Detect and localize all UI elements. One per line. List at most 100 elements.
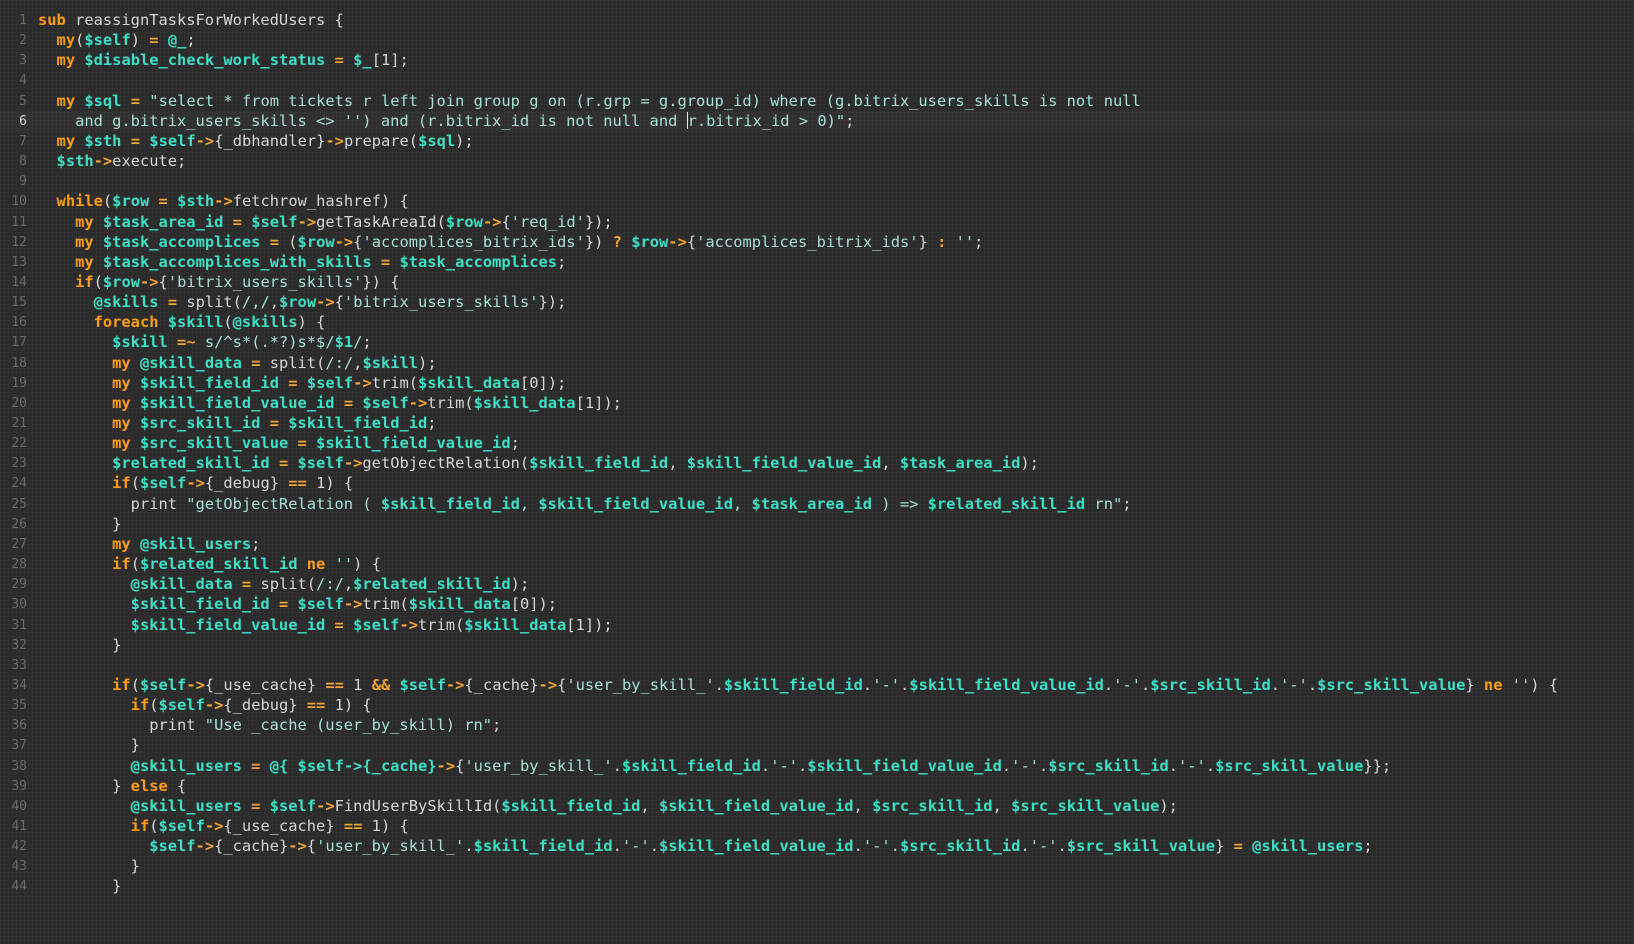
code-text[interactable]: my $task_accomplices_with_skills = $task…	[38, 252, 566, 273]
code-text[interactable]: @skill_users = $self->FindUserBySkillId(…	[38, 796, 1178, 817]
code-text[interactable]: if($self->{_use_cache} == 1 && $self->{_…	[38, 675, 1558, 696]
code-line[interactable]: 42 $self->{_cache}->{'user_by_skill_'.$s…	[0, 836, 1634, 857]
code-line[interactable]: 25 print "getObjectRelation ( $skill_fie…	[0, 494, 1634, 515]
code-text[interactable]: and g.bitrix_users_skills <> '') and (r.…	[38, 111, 854, 132]
code-token: .	[612, 756, 622, 775]
code-line[interactable]: 31 $skill_field_value_id = $self->trim($…	[0, 615, 1634, 636]
code-text[interactable]: if($self->{_debug} == 1) {	[38, 473, 353, 494]
code-line[interactable]: 6 and g.bitrix_users_skills <> '') and (…	[0, 111, 1634, 132]
code-line[interactable]: 36 print "Use _cache (user_by_skill) rn"…	[0, 715, 1634, 736]
code-token: @skill_users	[130, 796, 242, 815]
code-line[interactable]: 7 my $sth = $self->{_dbhandler}->prepare…	[0, 131, 1634, 152]
code-line[interactable]: 8 $sth->execute;	[0, 151, 1634, 172]
code-line[interactable]: 18 my @skill_data = split(/:/,$skill);	[0, 353, 1634, 374]
code-line[interactable]: 2 my($self) = @_;	[0, 30, 1634, 51]
code-token: $self	[297, 595, 344, 614]
code-line[interactable]: 22 my $src_skill_value = $skill_field_va…	[0, 433, 1634, 454]
code-text[interactable]: }	[38, 876, 121, 897]
code-text[interactable]: sub reassignTasksForWorkedUsers {	[38, 10, 344, 31]
code-text[interactable]: my $task_area_id = $self->getTaskAreaId(…	[38, 212, 613, 233]
code-line[interactable]: 40 @skill_users = $self->FindUserBySkill…	[0, 796, 1634, 817]
code-text[interactable]: my $skill_field_id = $self->trim($skill_…	[38, 373, 566, 394]
code-line[interactable]: 20 my $skill_field_value_id = $self->tri…	[0, 393, 1634, 414]
code-text[interactable]: my $task_accomplices = ($row->{'accompli…	[38, 232, 983, 253]
code-line[interactable]: 44 }	[0, 876, 1634, 897]
code-line[interactable]: 10 while($row = $sth->fetchrow_hashref) …	[0, 191, 1634, 212]
code-line[interactable]: 28 if($related_skill_id ne '') {	[0, 554, 1634, 575]
code-text[interactable]: @skill_users = @{ $self->{_cache}->{'use…	[38, 756, 1392, 777]
code-line[interactable]: 29 @skill_data = split(/:/,$related_skil…	[0, 574, 1634, 595]
code-text[interactable]: my $skill_field_value_id = $self->trim($…	[38, 393, 622, 414]
code-line[interactable]: 12 my $task_accomplices = ($row->{'accom…	[0, 232, 1634, 253]
code-text[interactable]: while($row = $sth->fetchrow_hashref) {	[38, 191, 409, 212]
code-line[interactable]: 14 if($row->{'bitrix_users_skills'}) {	[0, 272, 1634, 293]
code-line[interactable]: 21 my $src_skill_id = $skill_field_id;	[0, 413, 1634, 434]
code-text[interactable]: my $sql = "select * from tickets r left …	[38, 91, 1141, 112]
code-line[interactable]: 9	[0, 171, 1634, 192]
code-line[interactable]: 38 @skill_users = @{ $self->{_cache}->{'…	[0, 756, 1634, 777]
code-token: execute;	[112, 152, 187, 171]
code-token: $related_skill_id	[927, 494, 1086, 513]
code-text[interactable]: $skill_field_id = $self->trim($skill_dat…	[38, 594, 557, 615]
code-line[interactable]: 34 if($self->{_use_cache} == 1 && $self-…	[0, 675, 1634, 696]
code-line[interactable]: 26 }	[0, 514, 1634, 535]
code-token: $src_skill_value	[139, 434, 289, 453]
code-line[interactable]: 13 my $task_accomplices_with_skills = $t…	[0, 252, 1634, 273]
code-line[interactable]: 3 my $disable_check_work_status = $_[1];	[0, 50, 1634, 71]
code-text[interactable]: my $sth = $self->{_dbhandler}->prepare($…	[38, 131, 474, 152]
code-line[interactable]: 41 if($self->{_use_cache} == 1) {	[0, 816, 1634, 837]
code-line[interactable]: 32 }	[0, 635, 1634, 656]
line-number: 24	[11, 476, 27, 492]
code-line[interactable]: 19 my $skill_field_id = $self->trim($ski…	[0, 373, 1634, 394]
code-text[interactable]: my @skill_data = split(/:/,$skill);	[38, 353, 436, 374]
code-line[interactable]: 1 sub reassignTasksForWorkedUsers {	[0, 10, 1634, 31]
code-text[interactable]: } else {	[38, 776, 186, 797]
code-text[interactable]: }	[38, 514, 121, 535]
code-text[interactable]: my $src_skill_id = $skill_field_id;	[38, 413, 436, 434]
code-line[interactable]: 37 }	[0, 735, 1634, 756]
code-line[interactable]: 30 $skill_field_id = $self->trim($skill_…	[0, 594, 1634, 615]
code-line[interactable]: 4	[0, 70, 1634, 91]
code-line[interactable]: 15 @skills = split(/,/,$row->{'bitrix_us…	[0, 292, 1634, 313]
code-text[interactable]: my @skill_users;	[38, 534, 260, 555]
code-text[interactable]: if($row->{'bitrix_users_skills'}) {	[38, 272, 399, 293]
code-line[interactable]: 17 $skill =~ s/^s*(.*?)s*$/$1/;	[0, 332, 1634, 353]
code-text[interactable]: $sth->execute;	[38, 151, 187, 172]
code-text[interactable]: }	[38, 856, 140, 877]
code-text[interactable]: @skill_data = split(/:/,$related_skill_i…	[38, 574, 530, 595]
code-text[interactable]: print "getObjectRelation ( $skill_field_…	[38, 494, 1132, 515]
code-text[interactable]: foreach $skill(@skills) {	[38, 312, 326, 333]
line-number: 30	[11, 597, 27, 613]
code-line[interactable]: 39 } else {	[0, 776, 1634, 797]
code-text[interactable]: my $disable_check_work_status = $_[1];	[38, 50, 409, 71]
code-text[interactable]: my($self) = @_;	[38, 30, 196, 51]
code-line[interactable]: 43 }	[0, 856, 1634, 877]
code-text[interactable]: $skill =~ s/^s*(.*?)s*$/$1/;	[38, 332, 372, 353]
code-text[interactable]: print "Use _cache (user_by_skill) rn";	[38, 715, 501, 736]
code-text[interactable]: @skills = split(/,/,$row->{'bitrix_users…	[38, 292, 567, 313]
code-text[interactable]: }	[38, 635, 121, 656]
code-text[interactable]: my $src_skill_value = $skill_field_value…	[38, 433, 520, 454]
code-token: =	[1233, 837, 1243, 856]
code-line[interactable]: 23 $related_skill_id = $self->getObjectR…	[0, 453, 1634, 474]
code-token: /,/	[241, 293, 270, 312]
code-line[interactable]: 11 my $task_area_id = $self->getTaskArea…	[0, 212, 1634, 233]
code-line[interactable]: 35 if($self->{_debug} == 1) {	[0, 695, 1634, 716]
code-line[interactable]: 24 if($self->{_debug} == 1) {	[0, 473, 1634, 494]
code-line[interactable]: 33	[0, 655, 1634, 676]
code-line[interactable]: 5 my $sql = "select * from tickets r lef…	[0, 91, 1634, 112]
code-text[interactable]: $skill_field_value_id = $self->trim($ski…	[38, 615, 613, 636]
code-text[interactable]: }	[38, 735, 140, 756]
code-text[interactable]: if($related_skill_id ne '') {	[38, 554, 381, 575]
code-text[interactable]: if($self->{_debug} == 1) {	[38, 695, 372, 716]
code-line[interactable]: 27 my @skill_users;	[0, 534, 1634, 555]
code-text[interactable]: $related_skill_id = $self->getObjectRela…	[38, 453, 1039, 474]
code-line[interactable]: 16 foreach $skill(@skills) {	[0, 312, 1634, 333]
code-editor[interactable]: 1 sub reassignTasksForWorkedUsers {2 my($…	[0, 0, 1634, 944]
line-number: 8	[19, 154, 27, 170]
line-number: 16	[11, 315, 27, 331]
code-text[interactable]: if($self->{_use_cache} == 1) {	[38, 816, 409, 837]
code-text[interactable]: $self->{_cache}->{'user_by_skill_'.$skil…	[38, 836, 1372, 857]
